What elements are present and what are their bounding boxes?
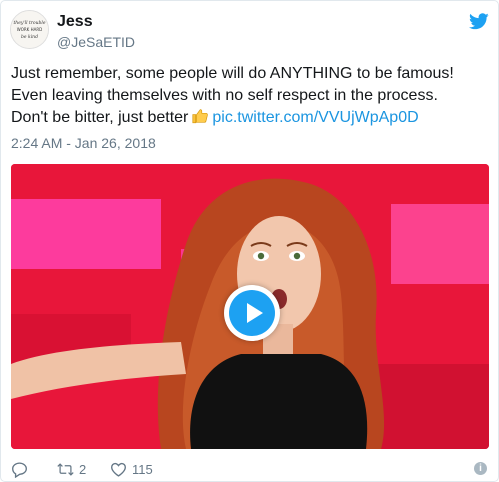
tweet-line-3: Don't be bitter, just better pic.twitter… [11, 107, 491, 129]
avatar-text-3: be kind [21, 34, 38, 40]
retweet-count: 2 [79, 461, 87, 477]
user-handle[interactable]: @JeSaETID [57, 34, 135, 50]
thumbs-up-icon [191, 107, 209, 125]
tweet-text: Just remember, some people will do ANYTH… [11, 63, 491, 129]
like-button[interactable]: 115 [110, 460, 153, 478]
tweet-line-3-text: Don't be bitter, just better [11, 109, 189, 126]
like-count: 115 [132, 461, 153, 477]
tweet-card: they'll trouble WORK HARD be kind Jess @… [0, 0, 499, 482]
retweet-button[interactable]: 2 [57, 460, 86, 478]
user-name[interactable]: Jess [57, 13, 93, 31]
action-bar: 2 115 i [11, 460, 491, 478]
media-link[interactable]: pic.twitter.com/VVUjWpAp0D [212, 109, 418, 126]
play-icon [229, 290, 275, 336]
tweet-line-2: Even leaving themselves with no self res… [11, 87, 438, 104]
tweet-timestamp[interactable]: 2:24 AM - Jan 26, 2018 [11, 135, 156, 151]
avatar[interactable]: they'll trouble WORK HARD be kind [10, 10, 49, 49]
heart-icon [111, 462, 126, 477]
reply-icon [12, 461, 27, 478]
tweet-line-1: Just remember, some people will do ANYTH… [11, 65, 454, 82]
reply-button[interactable] [11, 460, 28, 478]
retweet-icon [57, 462, 74, 476]
twitter-bird-icon[interactable] [469, 13, 489, 30]
info-icon[interactable]: i [474, 462, 487, 475]
avatar-text-1: they'll trouble [13, 20, 45, 26]
video-media[interactable] [11, 164, 489, 449]
avatar-text-2: WORK HARD [17, 27, 42, 32]
play-button[interactable] [224, 285, 280, 341]
